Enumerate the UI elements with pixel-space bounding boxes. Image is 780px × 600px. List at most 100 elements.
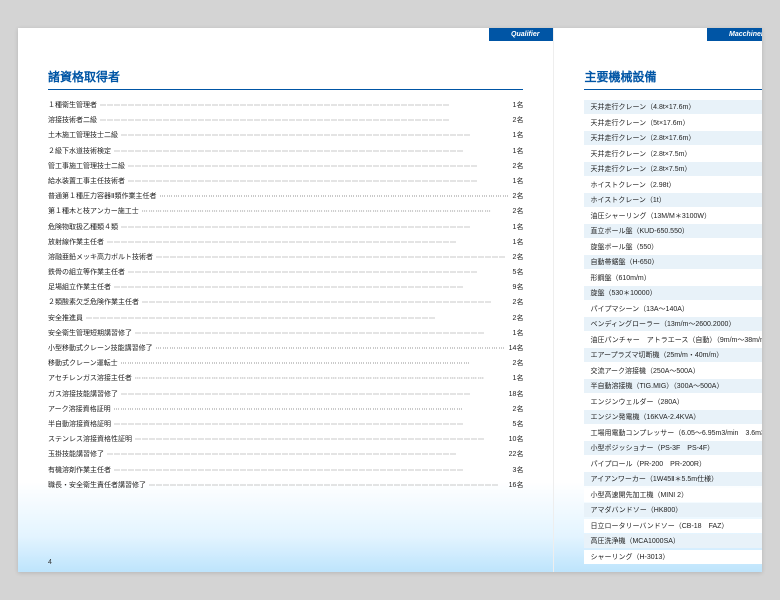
qualifier-name: アセチレンガス溶接主任者 [48, 373, 132, 383]
equipment-name: 天井走行クレーン（2.8t×7.5m） [590, 164, 691, 174]
equipment-name: 天井走行クレーン（2.8t×7.5m） [590, 149, 691, 159]
equipment-name: 直立ボール盤（KUD-650.550） [590, 226, 688, 236]
leader-dots [97, 102, 513, 109]
qualifier-name: 危険物取扱乙種類４類 [48, 222, 118, 232]
equipment-name: シャーリング（H-3013） [590, 552, 669, 562]
leader-dots [111, 421, 513, 428]
leader-dots [132, 375, 513, 382]
leader-dots [139, 208, 513, 215]
qualifier-name: 職長・安全衛生責任者講習修了 [48, 480, 146, 490]
qualifier-name: １種衛生管理者 [48, 100, 97, 110]
qualifier-row: 安全推進員2名 [48, 313, 523, 323]
equipment-list: 天井走行クレーン（4.8t×17.6m）1台天井走行クレーン（5t×17.6m）… [584, 100, 762, 564]
qualifier-name: 管工事施工管理技士二級 [48, 161, 125, 171]
qualifier-count: 1名 [513, 176, 524, 186]
qualifier-name: ２類酸素欠乏危険作業主任者 [48, 297, 139, 307]
qualifier-name: 移動式クレーン運転士 [48, 358, 118, 368]
qualifier-count: 5名 [513, 419, 524, 429]
right-page: Macchinery and Equipment 主要機械設備 天井走行クレーン… [554, 28, 762, 572]
equipment-name: エアープラズマ切断機（25m/m・40m/m） [590, 350, 723, 360]
equipment-row: 旋盤ボール盤（550）2台 [584, 240, 762, 254]
qualifier-count: 1名 [513, 222, 524, 232]
leader-dots [156, 193, 512, 200]
leader-dots [104, 451, 509, 458]
equipment-name: 高圧洗浄機（MCA1000SA） [590, 536, 679, 546]
qualifier-row: 職長・安全衛生責任者講習修了 16名 [48, 480, 523, 490]
equipment-name: 旋盤（530＊10000） [590, 288, 656, 298]
equipment-row: エアープラズマ切断機（25m/m・40m/m）2台 [584, 348, 762, 362]
qualifier-count: 2名 [513, 297, 524, 307]
leader-dots [118, 391, 509, 398]
equipment-row: 旋盤（530＊10000）1台 [584, 286, 762, 300]
equipment-row: アマダバンドソー（HK800）1台 [584, 503, 762, 517]
equipment-name: 半自動溶接機（TIG.MIG）（300A～500A） [590, 381, 723, 391]
equipment-row: 天井走行クレーン（2.8t×7.5m）2台 [584, 162, 762, 176]
qualifier-row: ガス溶接技能講習修了18名 [48, 389, 523, 399]
leader-dots [153, 254, 513, 261]
left-tab: Qualifier [489, 28, 553, 41]
qualifier-count: 2名 [513, 313, 524, 323]
qualifier-row: 溶融亜鉛メッキ高力ボルト技術者2名 [48, 252, 523, 262]
leader-dots [139, 299, 513, 306]
qualifier-name: 小型移動式クレーン技能講習修了 [48, 343, 153, 353]
qualifier-row: 移動式クレーン運転士2名 [48, 358, 523, 368]
qualifier-name: ガス溶接技能講習修了 [48, 389, 118, 399]
equipment-row: ホイストクレーン（1t）1台 [584, 193, 762, 207]
left-heading: 諸資格取得者 [48, 68, 523, 90]
leader-dots [118, 224, 513, 231]
equipment-row: 自動帯鋸盤（H-650）1台 [584, 255, 762, 269]
qualifier-row: ２類酸素欠乏危険作業主任者 2名 [48, 297, 523, 307]
equipment-name: 旋盤ボール盤（550） [590, 242, 658, 252]
qualifier-row: 普通第１種圧力容器Ⅱ類作業主任者2名 [48, 191, 523, 201]
qualifier-row: 第１種木と枝アンカー施工士2名 [48, 206, 523, 216]
equipment-row: アイアンワーカー（1W45Ⅱ＊5.5m仕様）1台 [584, 472, 762, 486]
equipment-name: エンジン発電機（16KVA-2.4KVA） [590, 412, 700, 422]
qualifier-count: 1名 [513, 237, 524, 247]
qualifier-row: 鉄骨の組立等作業主任者5名 [48, 267, 523, 277]
equipment-row: パイプロール（PR-200 PR-200R）2台 [584, 457, 762, 471]
qualifier-name: 溶融亜鉛メッキ高力ボルト技術者 [48, 252, 153, 262]
qualifier-name: 第１種木と枝アンカー施工士 [48, 206, 139, 216]
equipment-name: エンジンウェルダー（280A） [590, 397, 683, 407]
equipment-row: ホイストクレーン（2.98t）2台 [584, 178, 762, 192]
qualifier-count: 9名 [513, 282, 524, 292]
qualifier-count: 2名 [513, 115, 524, 125]
equipment-row: エンジンウェルダー（280A）4台 [584, 395, 762, 409]
leader-dots [118, 360, 513, 367]
equipment-name: ホイストクレーン（1t） [590, 195, 665, 205]
qualifier-name: 足場組立作業主任者 [48, 282, 111, 292]
qualifier-count: 16名 [509, 480, 524, 490]
leader-dots [146, 482, 509, 489]
equipment-name: 交流アーク溶接機（250A～500A） [590, 366, 699, 376]
equipment-name: ベンディングローラー（13m/m～2600.2000） [590, 319, 735, 329]
qualifier-row: 玉掛技能講習修了 22名 [48, 449, 523, 459]
qualifier-row: 半自動溶接資格証明5名 [48, 419, 523, 429]
qualifier-name: アーク溶接資格証明 [48, 404, 111, 414]
equipment-name: パイプマシーン（13A～140A） [590, 304, 688, 314]
equipment-row: 日立ロータリーバンドソー（CB-18 FAZ）1台 [584, 519, 762, 533]
leader-dots [153, 345, 509, 352]
equipment-row: 天井走行クレーン（2.8t×7.5m）2台 [584, 147, 762, 161]
equipment-row: パイプマシーン（13A～140A）4台 [584, 302, 762, 316]
equipment-name: アイアンワーカー（1W45Ⅱ＊5.5m仕様） [590, 474, 718, 484]
left-page: Qualifier 諸資格取得者 １種衛生管理者1名溶接技術者二級2名土木施工管… [18, 28, 554, 572]
page-number-left: 4 [48, 559, 52, 566]
leader-dots [125, 163, 513, 170]
qualifier-list: １種衛生管理者1名溶接技術者二級2名土木施工管理技士二級1名２級下水道技術検定1… [48, 100, 523, 490]
equipment-name: 形鋼盤（610m/m） [590, 273, 650, 283]
qualifier-row: 給水装置工事主任技術者 1名 [48, 176, 523, 186]
qualifier-count: 22名 [509, 449, 524, 459]
leader-dots [111, 406, 513, 413]
leader-dots [111, 284, 513, 291]
equipment-name: 小型ポジッショナー（PS-3F PS-4F） [590, 443, 714, 453]
equipment-row: 工場用電動コンプレッサー（6.05～6.95m3/min 3.6m3/min）2… [584, 426, 762, 440]
qualifier-row: 土木施工管理技士二級1名 [48, 130, 523, 140]
right-heading: 主要機械設備 [584, 68, 762, 90]
equipment-name: 自動帯鋸盤（H-650） [590, 257, 658, 267]
equipment-name: 油圧パンチャー アトラエース（自動）（9m/m～38m/m） [590, 335, 762, 345]
qualifier-name: 玉掛技能講習修了 [48, 449, 104, 459]
qualifier-name: 給水装置工事主任技術者 [48, 176, 125, 186]
leader-dots [125, 269, 513, 276]
qualifier-name: 有機溶剤作業主任者 [48, 465, 111, 475]
equipment-name: 天井走行クレーン（5t×17.6m） [590, 118, 689, 128]
